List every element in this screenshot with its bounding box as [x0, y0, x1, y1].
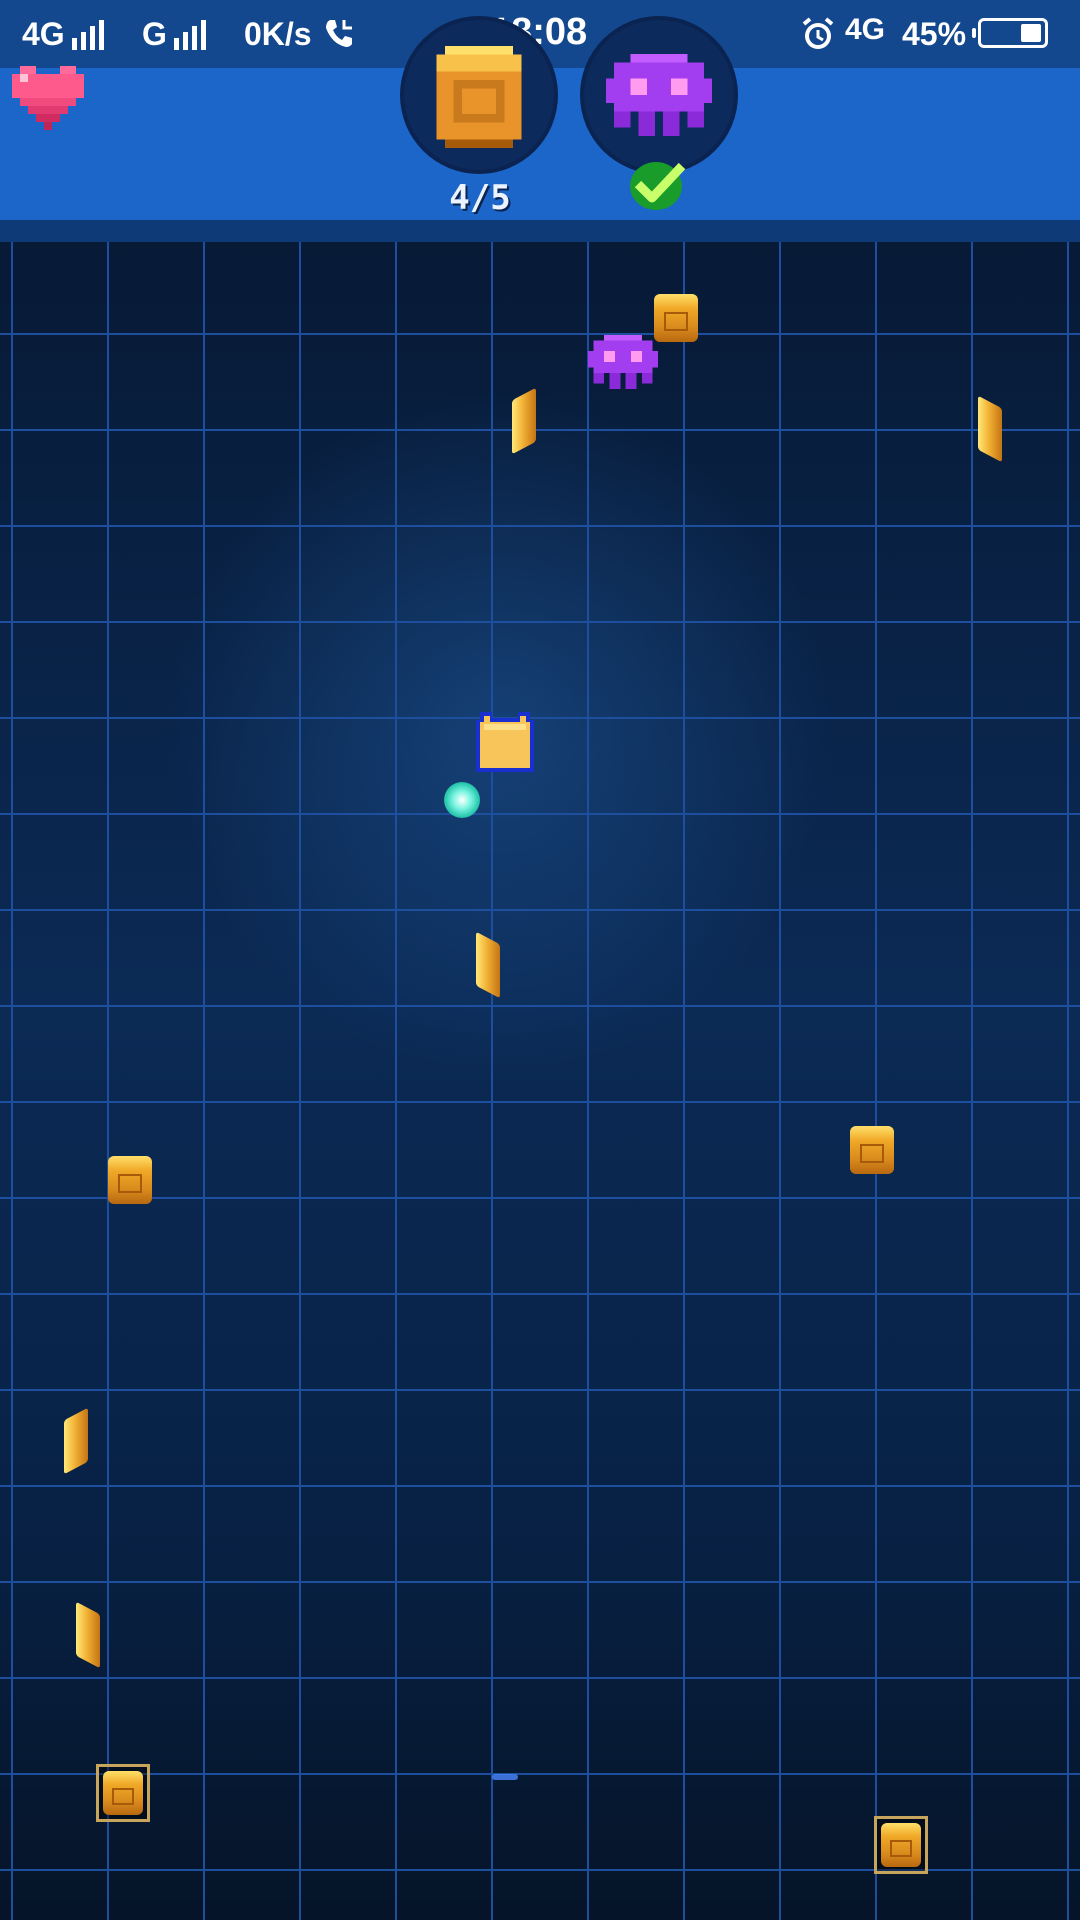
- signal-strength-icon: [72, 18, 104, 50]
- purple-ghost-icon: [606, 52, 712, 138]
- purple-ghost-enemy: [588, 334, 658, 390]
- goal-counter: 4/5: [449, 178, 511, 218]
- coin: [108, 1156, 152, 1204]
- network-type-label-2: G: [142, 16, 167, 52]
- battery-percent: 45%: [902, 16, 967, 52]
- spark: [492, 1774, 518, 1780]
- alarm-icon: [800, 16, 836, 52]
- network-type-label: 4G: [22, 16, 65, 52]
- network-speed-label: 0K/s: [244, 16, 312, 52]
- network-type-label-3: 4G: [845, 13, 886, 46]
- grid: [0, 242, 1080, 1920]
- coin: [96, 1764, 150, 1822]
- signal-strength-icon-2: [174, 18, 206, 50]
- heart-icon: [12, 66, 84, 130]
- phone-call-icon: [322, 16, 356, 50]
- hud-divider: [0, 220, 1080, 242]
- checkmark-icon: [628, 156, 690, 212]
- coin: [874, 1816, 928, 1874]
- coin: [654, 294, 698, 342]
- battery-icon: [972, 18, 1048, 48]
- game-board[interactable]: [0, 242, 1080, 1920]
- goal-coin-icon: [428, 44, 530, 150]
- player-character[interactable]: [472, 706, 538, 776]
- energy-orb: [444, 782, 480, 818]
- coin: [850, 1126, 894, 1174]
